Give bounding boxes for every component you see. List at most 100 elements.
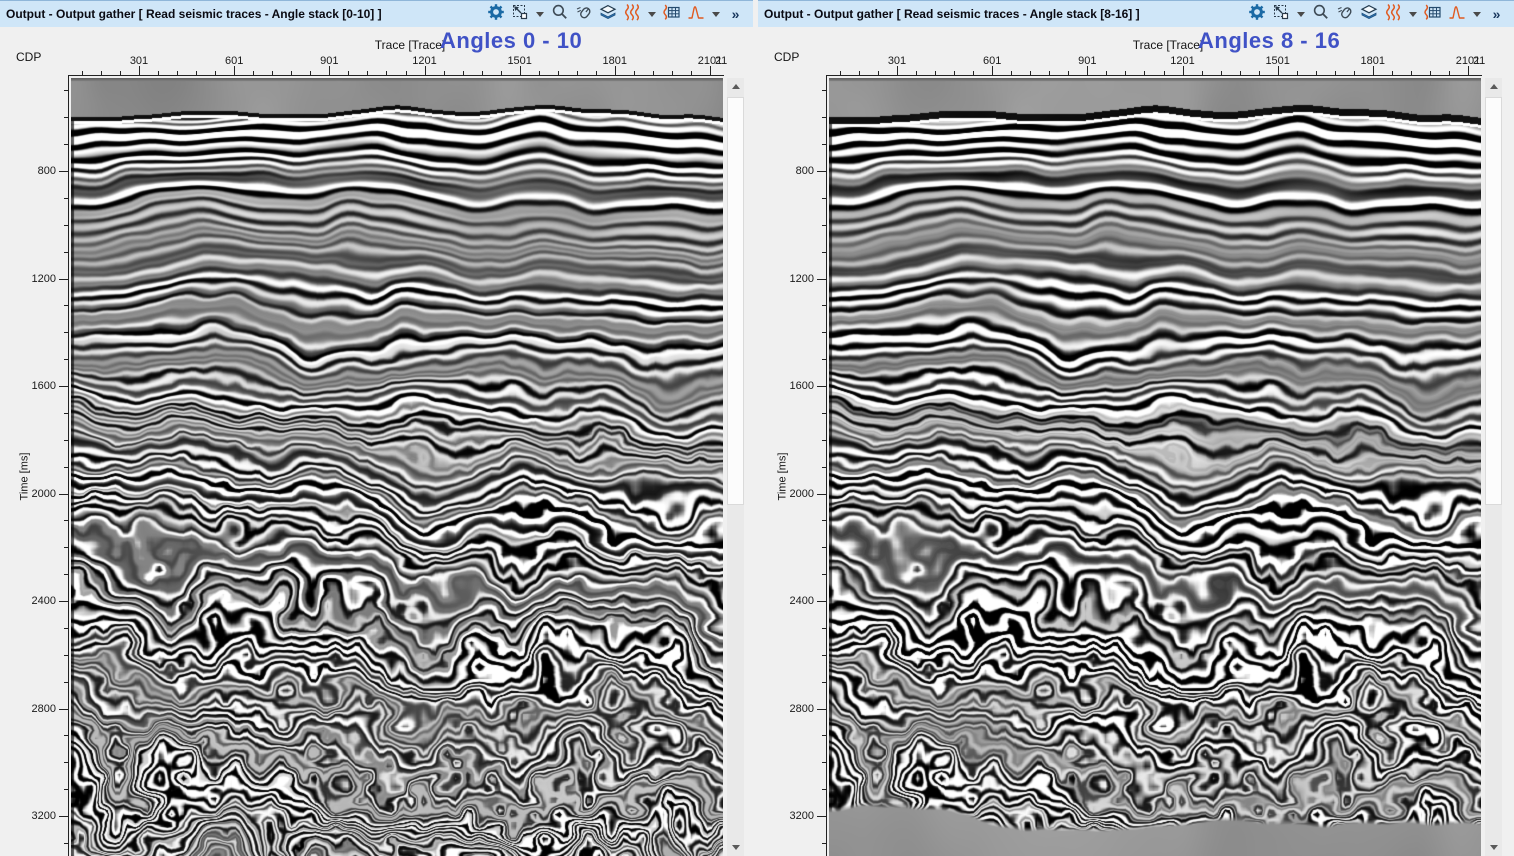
x-axis-line (826, 75, 1482, 76)
x-tick (1049, 71, 1051, 75)
seismic-image[interactable] (71, 78, 723, 856)
x-tick (443, 71, 445, 75)
x-tick-label: 901 (1078, 55, 1097, 67)
histogram-dropdown[interactable] (710, 4, 721, 24)
mouse-options-button[interactable] (574, 4, 593, 24)
x-tick (405, 71, 407, 75)
x-tick (462, 71, 464, 75)
y-tick (59, 278, 68, 280)
y-tick (59, 386, 68, 387)
layers-button[interactable] (598, 4, 617, 24)
wiggle-traces-dropdown[interactable] (1407, 4, 1418, 24)
vertical-scrollbar[interactable] (727, 78, 744, 856)
wiggle-traces-button[interactable] (622, 3, 641, 24)
dropdown-arrow-icon (1472, 11, 1481, 17)
x-tick-label: 1801 (602, 55, 628, 67)
x-tick (1353, 71, 1355, 75)
histogram-dropdown[interactable] (1471, 4, 1482, 24)
y-tick (64, 627, 68, 629)
y-tick (817, 386, 826, 387)
trace-table-button[interactable] (662, 3, 681, 24)
y-tick (817, 708, 826, 710)
scrollbar-thumb[interactable] (727, 97, 744, 505)
y-tick (64, 412, 68, 414)
pointer-select-dropdown[interactable] (534, 4, 545, 24)
y-tick (64, 654, 68, 656)
x-tick (538, 71, 540, 75)
seismic-image[interactable] (829, 78, 1481, 856)
y-tick (59, 493, 68, 495)
x-tick-label: 1501 (507, 55, 532, 67)
arrow-down-icon (1489, 845, 1498, 850)
x-tick (253, 71, 255, 75)
y-tick-label: 2000 (31, 487, 56, 500)
x-tick (1011, 71, 1013, 75)
zoom-button[interactable] (550, 4, 569, 24)
scroll-up-button[interactable] (727, 78, 744, 95)
y-tick (64, 466, 68, 468)
more-tools-chevron-icon: » (731, 6, 740, 22)
x-tick (1163, 71, 1165, 75)
x-tick (1220, 71, 1222, 75)
more-tools-button[interactable]: » (726, 4, 745, 24)
window-title: Output - Output gather [ Read seismic tr… (6, 7, 382, 21)
x-tick (595, 71, 597, 75)
mouse-options-button[interactable] (1335, 4, 1354, 24)
y-tick (822, 251, 826, 253)
scrollbar-thumb[interactable] (1485, 97, 1502, 505)
settings-gear-button[interactable] (486, 3, 505, 24)
zoom-icon (1312, 3, 1330, 26)
histogram-button[interactable] (686, 4, 705, 24)
x-tick-label: 1201 (1170, 55, 1195, 67)
wiggle-traces-button[interactable] (1383, 3, 1402, 26)
x-tick (139, 66, 140, 75)
x-tick (196, 71, 198, 75)
trace-table-button[interactable] (1423, 3, 1442, 24)
x-tick (1125, 71, 1127, 75)
dropdown-arrow-icon (711, 11, 720, 17)
y-tick (64, 197, 68, 199)
x-tick (1315, 71, 1317, 75)
x-tick (710, 66, 711, 75)
y-tick (817, 816, 826, 817)
x-tick (935, 71, 937, 75)
settings-gear-button[interactable] (1247, 3, 1266, 24)
y-axis-line (68, 75, 69, 856)
x-tick (120, 71, 121, 75)
histogram-button[interactable] (1447, 4, 1466, 24)
scroll-up-button[interactable] (1485, 78, 1502, 95)
y-tick-label: 1200 (31, 272, 56, 285)
scroll-down-button[interactable] (727, 839, 744, 856)
x-tick (215, 71, 217, 75)
dropdown-arrow-icon (1296, 11, 1305, 17)
pointer-select-button[interactable] (510, 4, 529, 24)
y-tick (822, 466, 826, 468)
x-tick-label: 901 (320, 55, 339, 67)
layers-button[interactable] (1359, 4, 1378, 24)
x-tick (897, 66, 898, 75)
pointer-select-button[interactable] (1271, 4, 1290, 24)
wiggle-traces-icon (1385, 3, 1401, 26)
y-axis-line (826, 75, 827, 856)
y-tick-label: 800 (37, 165, 56, 177)
title-bar: Output - Output gather [ Read seismic tr… (0, 0, 753, 27)
y-tick (64, 359, 68, 361)
x-tick (839, 71, 841, 75)
y-tick (822, 224, 826, 226)
zoom-button[interactable] (1311, 4, 1330, 24)
y-tick (64, 439, 68, 441)
x-tick (158, 71, 159, 75)
pointer-select-dropdown[interactable] (1295, 4, 1306, 24)
x-tick (671, 71, 673, 75)
y-tick (64, 144, 68, 146)
y-tick (64, 681, 68, 683)
x-tick (329, 66, 331, 75)
x-tick (916, 71, 917, 75)
wiggle-traces-dropdown[interactable] (646, 4, 657, 24)
y-tick (822, 547, 826, 549)
vertical-scrollbar[interactable] (1485, 78, 1502, 856)
scroll-down-button[interactable] (1485, 839, 1502, 856)
more-tools-button[interactable]: » (1487, 4, 1506, 24)
x-tick (1449, 71, 1450, 75)
x-tick (234, 66, 236, 75)
